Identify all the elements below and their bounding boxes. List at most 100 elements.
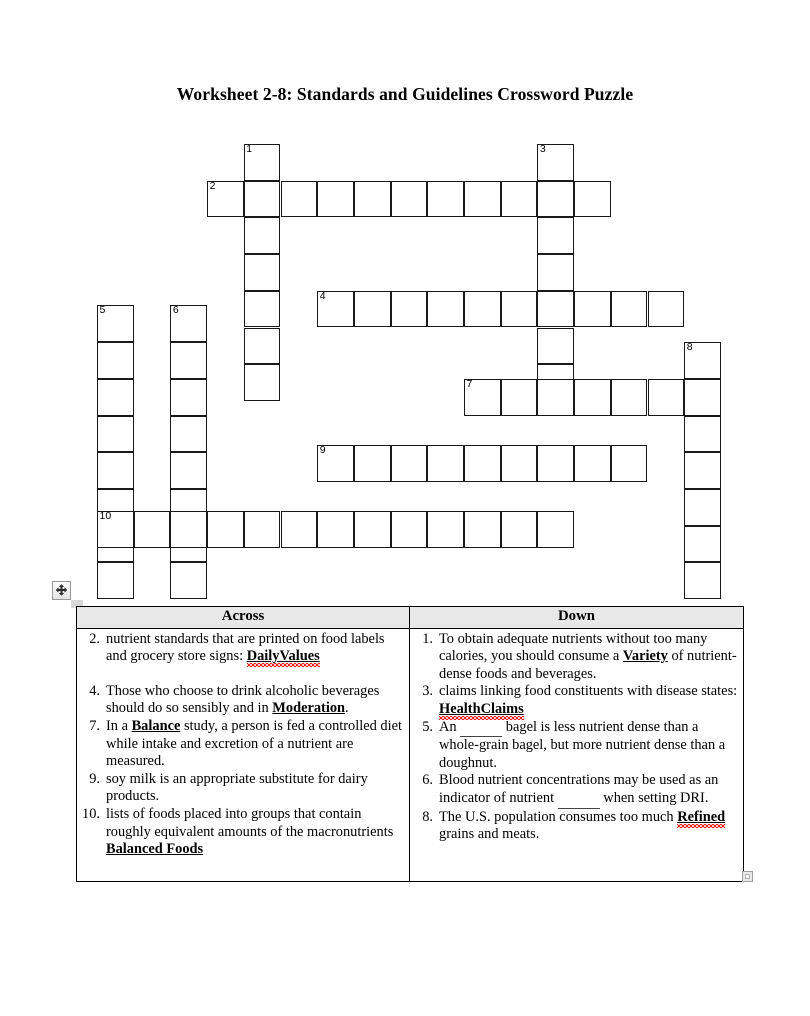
grid-cell[interactable] — [170, 511, 208, 548]
grid-cell[interactable] — [170, 452, 208, 489]
grid-cell[interactable] — [243, 290, 281, 328]
grid-cell[interactable] — [427, 444, 464, 482]
grid-cell[interactable] — [170, 342, 208, 379]
clue-text: Those who choose to drink alcoholic beve… — [106, 682, 380, 717]
grid-cell-10[interactable]: 10 — [97, 511, 134, 548]
down-header: Down — [409, 606, 744, 629]
grid-cell[interactable] — [464, 180, 501, 218]
clue-answer-misspelled: HealthClaims — [439, 700, 524, 717]
grid-cell[interactable] — [574, 290, 611, 328]
grid-cell[interactable] — [317, 180, 354, 218]
grid-cell[interactable] — [97, 562, 134, 600]
grid-cell[interactable] — [97, 452, 134, 489]
grid-cell[interactable] — [353, 290, 391, 328]
grid-cell-8[interactable]: 8 — [684, 342, 721, 379]
grid-cell[interactable] — [684, 562, 721, 600]
grid-cell[interactable] — [280, 511, 318, 548]
grid-cell[interactable] — [574, 444, 611, 482]
grid-cell[interactable] — [427, 180, 464, 218]
clue-number: 4. — [89, 682, 100, 699]
grid-cell[interactable] — [353, 444, 391, 482]
grid-cell[interactable] — [537, 378, 575, 416]
grid-cell-5[interactable]: 5 — [97, 305, 134, 343]
clue-text: soy milk is an appropriate substitute fo… — [106, 770, 368, 805]
grid-cell[interactable] — [610, 444, 648, 482]
grid-cell[interactable] — [243, 327, 281, 365]
grid-cell[interactable] — [647, 378, 685, 416]
grid-cell[interactable] — [500, 290, 538, 328]
grid-cell[interactable] — [243, 180, 281, 218]
grid-cell[interactable] — [280, 180, 318, 218]
across-clue-item: 9. soy milk is an appropriate substitute… — [79, 771, 405, 806]
down-clue-item: 6. Blood nutrient concentrations may be u… — [412, 772, 739, 809]
grid-cell[interactable] — [390, 290, 428, 328]
grid-cell[interactable] — [97, 415, 134, 453]
grid-cell[interactable] — [684, 488, 721, 526]
grid-cell[interactable] — [353, 511, 391, 548]
grid-cell-number: 8 — [686, 341, 693, 354]
grid-cell[interactable] — [537, 217, 575, 255]
grid-cell[interactable] — [207, 511, 244, 548]
grid-cell[interactable] — [390, 180, 428, 218]
grid-cell[interactable] — [537, 254, 575, 291]
grid-cell[interactable] — [500, 511, 538, 548]
down-clue-item: 3. claims linking food constituents with … — [412, 683, 739, 718]
grid-cell-9[interactable]: 9 — [317, 444, 354, 482]
grid-cell[interactable] — [97, 378, 134, 416]
grid-cell[interactable] — [243, 364, 281, 401]
clue-number: 5. — [422, 718, 433, 735]
grid-cell-1[interactable]: 1 — [243, 144, 281, 181]
grid-cell[interactable] — [427, 290, 464, 328]
grid-cell-3[interactable]: 3 — [537, 144, 575, 181]
grid-cell[interactable] — [537, 444, 575, 482]
grid-cell[interactable] — [243, 511, 281, 548]
across-clue-item: 10. lists of foods placed into groups tha… — [79, 806, 405, 859]
grid-cell[interactable] — [464, 444, 501, 482]
grid-cell[interactable] — [353, 180, 391, 218]
clue-number: 8. — [422, 808, 433, 825]
grid-cell-7[interactable]: 7 — [464, 377, 501, 416]
grid-cell[interactable] — [97, 342, 134, 379]
grid-cell[interactable] — [647, 290, 685, 328]
grid-cell[interactable] — [500, 378, 538, 416]
crossword-grid[interactable]: 1 2 3 4 5 6 7 8 9 10 — [0, 0, 810, 600]
grid-cell[interactable] — [537, 180, 575, 218]
grid-cell[interactable] — [317, 511, 354, 548]
grid-cell[interactable] — [390, 444, 428, 482]
grid-cell[interactable] — [170, 378, 208, 416]
grid-cell[interactable] — [170, 415, 208, 453]
resize-handle-icon[interactable] — [742, 871, 753, 882]
grid-cell[interactable] — [684, 525, 721, 563]
grid-cell[interactable] — [243, 254, 281, 291]
grid-cell[interactable] — [464, 511, 501, 548]
grid-cell-6[interactable]: 6 — [170, 305, 208, 343]
grid-cell[interactable] — [427, 511, 464, 548]
grid-cell[interactable] — [537, 511, 575, 548]
grid-cell[interactable] — [133, 511, 171, 548]
clue-number: 1. — [422, 630, 433, 647]
grid-cell[interactable] — [684, 378, 721, 416]
move-handle-icon[interactable] — [52, 581, 71, 600]
down-clue-item: 5. An bagel is less nutrient dense than a… — [412, 719, 739, 773]
grid-cell[interactable] — [574, 180, 611, 218]
grid-cell-4[interactable]: 4 — [317, 290, 354, 328]
clue-text: The U.S. population consumes too much Re… — [439, 808, 726, 843]
grid-cell-number: 7 — [466, 377, 473, 390]
grid-cell[interactable] — [610, 290, 648, 328]
grid-cell[interactable] — [537, 290, 575, 328]
grid-cell[interactable] — [574, 378, 611, 416]
grid-cell[interactable] — [610, 378, 648, 416]
grid-cell-2[interactable]: 2 — [207, 180, 244, 218]
grid-cell[interactable] — [500, 180, 538, 218]
grid-cell[interactable] — [500, 444, 538, 482]
grid-cell[interactable] — [537, 327, 575, 365]
grid-cell[interactable] — [243, 217, 281, 255]
clue-text: claims linking food constituents with di… — [439, 683, 738, 717]
grid-cell[interactable] — [684, 452, 721, 489]
clue-text: In a Balance study, a person is fed a co… — [106, 717, 403, 770]
grid-cell[interactable] — [464, 290, 501, 328]
grid-cell[interactable] — [684, 415, 721, 453]
grid-cell[interactable] — [390, 511, 428, 548]
grid-cell[interactable] — [170, 562, 208, 600]
across-clue-item: 4. Those who choose to drink alcoholic be… — [79, 683, 405, 718]
